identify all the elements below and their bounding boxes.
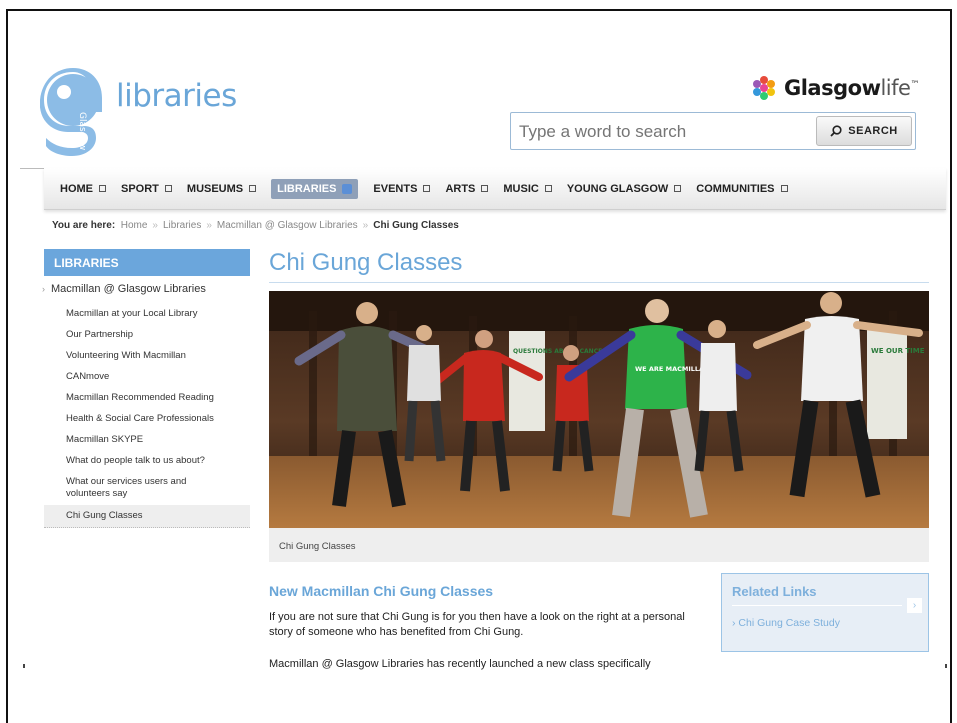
related-link-case-study[interactable]: › Chi Gung Case Study	[732, 617, 840, 629]
related-link-label: Chi Gung Case Study	[738, 617, 840, 629]
nav-square-icon	[544, 185, 552, 192]
frame-mark	[945, 664, 947, 668]
glasgow-libraries-logo[interactable]: Glasgow	[40, 68, 106, 160]
nav-square-icon	[780, 185, 788, 192]
logo-word: Glasgow	[77, 112, 87, 150]
sidebar-item-local-library[interactable]: Macmillan at your Local Library	[44, 304, 250, 325]
photo-caption: Chi Gung Classes	[269, 528, 929, 562]
body-paragraph: Macmillan @ Glasgow Libraries has recent…	[269, 658, 651, 670]
breadcrumb-label: You are here:	[52, 220, 116, 231]
nav-label: EVENTS	[373, 182, 418, 195]
dropdown-icon	[342, 183, 353, 194]
logo-text: libraries	[116, 78, 237, 114]
breadcrumb-separator: »	[152, 220, 158, 231]
brand-light: life	[880, 76, 911, 100]
breadcrumb-libraries[interactable]: Libraries	[163, 220, 201, 231]
nav-communities[interactable]: COMMUNITIES	[696, 182, 788, 195]
nav-square-icon	[164, 185, 172, 192]
nav-sport[interactable]: SPORT	[121, 183, 172, 195]
title-divider	[269, 282, 929, 283]
main-nav: HOME SPORT MUSEUMS LIBRARIES EVENTS ARTS…	[44, 168, 946, 210]
nav-label: LIBRARIES	[277, 182, 337, 195]
related-links-box: Related Links › › Chi Gung Case Study	[721, 573, 929, 652]
chevron-right-icon[interactable]: ›	[907, 598, 922, 613]
nav-young-glasgow[interactable]: YOUNG GLASGOW	[566, 182, 682, 195]
nav-libraries[interactable]: LIBRARIES	[271, 178, 359, 199]
intro-paragraph: If you are not sure that Chi Gung is for…	[269, 611, 685, 638]
nav-square-icon	[99, 185, 106, 192]
sidebar-list: Macmillan at your Local Library Our Part…	[44, 304, 250, 528]
nav-label: YOUNG GLASGOW	[566, 182, 669, 195]
chevron-right-icon: ›	[42, 284, 45, 294]
nav-label: MUSIC	[503, 182, 539, 195]
nav-events[interactable]: EVENTS	[373, 182, 431, 195]
search-input[interactable]	[517, 119, 811, 145]
nav-music[interactable]: MUSIC	[503, 182, 552, 195]
flower-icon	[753, 76, 775, 100]
search-icon	[830, 125, 842, 137]
sidebar-item-health-social[interactable]: Health & Social Care Professionals	[44, 409, 250, 430]
related-divider	[732, 605, 902, 606]
nav-label: MUSEUMS	[186, 182, 244, 195]
search-button-label: SEARCH	[848, 125, 898, 137]
sidebar-item-skype[interactable]: Macmillan SKYPE	[44, 430, 250, 451]
nav-label: SPORT	[121, 182, 159, 195]
sidebar-heading[interactable]: LIBRARIES	[44, 249, 250, 276]
brand-bold: Glasgow	[784, 76, 881, 100]
breadcrumb-home[interactable]: Home	[121, 220, 148, 231]
sidebar-item-talk[interactable]: What do people talk to us about?	[44, 451, 250, 472]
breadcrumb-current: Chi Gung Classes	[373, 220, 459, 231]
breadcrumb: You are here: Home » Libraries » Macmillan @…	[52, 220, 459, 231]
glasgow-life-brand[interactable]: Glasgowlife™	[750, 74, 919, 102]
section-heading: New Macmillan Chi Gung Classes	[269, 583, 494, 599]
search-button[interactable]: SEARCH	[816, 116, 912, 146]
nav-square-icon	[423, 185, 431, 192]
nav-label: COMMUNITIES	[696, 182, 775, 195]
nav-label: HOME	[60, 182, 93, 195]
glasgow-life-text: Glasgowlife™	[784, 76, 919, 100]
page-title: Chi Gung Classes	[269, 249, 463, 276]
nav-museums[interactable]: MUSEUMS	[186, 182, 257, 195]
nav-square-icon	[249, 185, 257, 192]
sidebar-item-partnership[interactable]: Our Partnership	[44, 325, 250, 346]
sidebar-item-canmove[interactable]: CANmove	[44, 367, 250, 388]
sidebar-item-reading[interactable]: Macmillan Recommended Reading	[44, 388, 250, 409]
nav-square-icon	[674, 185, 682, 192]
nav-square-icon	[481, 185, 489, 192]
nav-arts[interactable]: ARTS	[445, 182, 489, 195]
sidebar-item-volunteering[interactable]: Volunteering With Macmillan	[44, 346, 250, 367]
frame-mark	[23, 664, 25, 668]
breadcrumb-separator: »	[362, 220, 369, 231]
sidebar-item-chi-gung[interactable]: Chi Gung Classes	[44, 505, 250, 528]
breadcrumb-separator: »	[206, 220, 212, 231]
search-box: SEARCH	[510, 112, 916, 150]
nav-label: ARTS	[445, 182, 476, 195]
nav-home[interactable]: HOME	[60, 183, 106, 195]
sidebar-parent-label: Macmillan @ Glasgow Libraries	[51, 283, 206, 295]
chi-gung-photo: QUESTIONS ABOUT CANCER? WE OUR TIME WE A…	[269, 291, 929, 528]
related-links-title: Related Links	[732, 584, 817, 599]
breadcrumb-macmillan[interactable]: Macmillan @ Glasgow Libraries	[217, 220, 358, 231]
nav-divider	[20, 168, 44, 169]
banner-text-right: WE OUR TIME	[871, 347, 925, 355]
sidebar-item-services-users[interactable]: What our services users and volunteers s…	[44, 472, 226, 505]
sidebar-parent-item[interactable]: › Macmillan @ Glasgow Libraries	[42, 283, 206, 295]
